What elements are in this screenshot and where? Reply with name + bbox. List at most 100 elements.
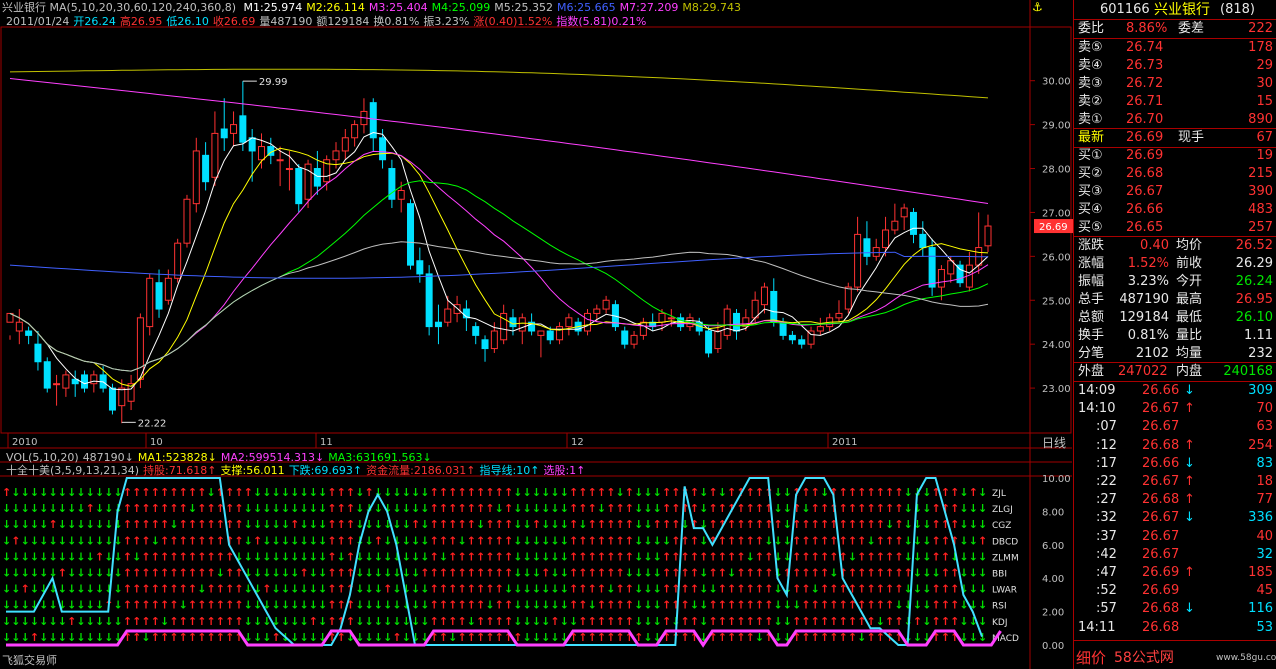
up-arrow-icon: ↑ xyxy=(457,583,466,596)
up-arrow-icon: ↑ xyxy=(448,550,457,563)
up-arrow-icon: ↑ xyxy=(132,567,141,580)
tick-price: 26.67 xyxy=(1142,528,1180,544)
up-arrow-icon: ↑ xyxy=(485,615,494,628)
down-arrow-icon: ↓ xyxy=(523,534,532,547)
down-arrow-icon: ↓ xyxy=(30,567,39,580)
up-arrow-icon: ↑ xyxy=(736,615,745,628)
up-arrow-icon: ↑ xyxy=(811,518,820,531)
up-arrow-icon: ↑ xyxy=(141,599,150,612)
up-arrow-icon: ↑ xyxy=(151,631,160,644)
down-arrow-icon: ↓ xyxy=(299,583,308,596)
tick-direction-icon: ↑ xyxy=(1184,492,1195,508)
down-arrow-icon: ↓ xyxy=(95,502,104,515)
up-arrow-icon: ↑ xyxy=(179,615,188,628)
down-arrow-icon: ↓ xyxy=(365,615,374,628)
up-arrow-icon: ↑ xyxy=(290,518,299,531)
down-arrow-icon: ↓ xyxy=(86,550,95,563)
x-tick-label: 2010 xyxy=(12,437,37,448)
up-arrow-icon: ↑ xyxy=(160,486,169,499)
down-arrow-icon: ↓ xyxy=(550,583,559,596)
down-arrow-icon: ↓ xyxy=(11,567,20,580)
tick-row[interactable]: :17 26.66 ↓ 83 xyxy=(1074,455,1276,473)
down-arrow-icon: ↓ xyxy=(244,502,253,515)
ma-value-4: M5:25.352 xyxy=(494,1,553,14)
candle xyxy=(313,168,321,187)
down-arrow-icon: ↓ xyxy=(253,486,262,499)
y-tick-label: 24.00 xyxy=(1042,340,1071,351)
down-arrow-icon: ↓ xyxy=(653,599,662,612)
up-arrow-icon: ↑ xyxy=(848,631,857,644)
down-arrow-icon: ↓ xyxy=(783,615,792,628)
up-arrow-icon: ↑ xyxy=(681,567,690,580)
down-arrow-icon: ↓ xyxy=(969,550,978,563)
down-arrow-icon: ↓ xyxy=(21,599,30,612)
candle xyxy=(416,260,424,275)
down-arrow-icon: ↓ xyxy=(299,486,308,499)
down-arrow-icon: ↓ xyxy=(272,534,281,547)
up-arrow-icon: ↑ xyxy=(941,583,950,596)
tick-row[interactable]: :32 26.67 ↓ 336 xyxy=(1074,509,1276,527)
candle xyxy=(25,330,33,336)
down-arrow-icon: ↓ xyxy=(104,631,113,644)
bid-price: 26.69 xyxy=(1126,148,1164,163)
candle xyxy=(351,124,359,139)
tick-row[interactable]: 14:11 26.68 53 xyxy=(1074,619,1276,637)
detail-price-tab[interactable]: 细价 xyxy=(1076,649,1106,667)
stock-code-suffix: (818) xyxy=(1220,2,1255,17)
down-arrow-icon: ↓ xyxy=(67,567,76,580)
down-arrow-icon: ↓ xyxy=(48,486,57,499)
up-arrow-icon: ↑ xyxy=(690,486,699,499)
tick-row[interactable]: 14:10 26.67 ↑ 70 xyxy=(1074,400,1276,418)
down-arrow-icon: ↓ xyxy=(978,567,987,580)
price-chart[interactable]: 30.00 29.00 28.00 27.00 26.00 25.00 24.00 23.00… xyxy=(0,0,1073,669)
candle xyxy=(332,150,340,161)
candle xyxy=(257,146,265,161)
tick-row[interactable]: :42 26.67 32 xyxy=(1074,546,1276,564)
up-arrow-icon: ↑ xyxy=(485,583,494,596)
up-arrow-icon: ↑ xyxy=(476,583,485,596)
up-arrow-icon: ↑ xyxy=(430,486,439,499)
tick-row[interactable]: :07 26.67 63 xyxy=(1074,418,1276,436)
tick-row[interactable]: :57 26.68 ↓ 116 xyxy=(1074,600,1276,618)
up-arrow-icon: ↑ xyxy=(179,567,188,580)
up-arrow-icon: ↑ xyxy=(615,631,624,644)
tick-row[interactable]: :47 26.69 ↑ 185 xyxy=(1074,564,1276,582)
tick-row[interactable]: :37 26.67 40 xyxy=(1074,528,1276,546)
up-arrow-icon: ↑ xyxy=(430,599,439,612)
down-arrow-icon: ↓ xyxy=(281,599,290,612)
down-arrow-icon: ↓ xyxy=(643,502,652,515)
up-arrow-icon: ↑ xyxy=(504,567,513,580)
down-arrow-icon: ↓ xyxy=(281,502,290,515)
candle xyxy=(211,132,219,178)
up-arrow-icon: ↑ xyxy=(346,550,355,563)
ind-row-label: ZLMM xyxy=(992,553,1019,563)
anchor-icon[interactable]: ⚓ xyxy=(1032,1,1043,14)
up-arrow-icon: ↑ xyxy=(141,583,150,596)
up-arrow-icon: ↑ xyxy=(829,550,838,563)
down-arrow-icon: ↓ xyxy=(272,502,281,515)
down-arrow-icon: ↓ xyxy=(104,486,113,499)
up-arrow-icon: ↑ xyxy=(179,518,188,531)
up-arrow-icon: ↑ xyxy=(392,631,401,644)
ind-item-5: 指导线:10↑ xyxy=(479,464,540,477)
up-arrow-icon: ↑ xyxy=(597,486,606,499)
down-arrow-icon: ↓ xyxy=(560,599,569,612)
ma-value-7: M8:29.743 xyxy=(682,1,742,14)
down-arrow-icon: ↓ xyxy=(355,615,364,628)
tick-row[interactable]: :52 26.69 45 xyxy=(1074,582,1276,600)
tick-row[interactable]: :12 26.68 ↑ 254 xyxy=(1074,437,1276,455)
up-arrow-icon: ↑ xyxy=(662,599,671,612)
up-arrow-icon: ↑ xyxy=(606,486,615,499)
up-arrow-icon: ↑ xyxy=(206,615,215,628)
down-arrow-icon: ↓ xyxy=(290,615,299,628)
up-arrow-icon: ↑ xyxy=(671,518,680,531)
tick-row[interactable]: :22 26.67 ↑ 18 xyxy=(1074,473,1276,491)
down-arrow-icon: ↓ xyxy=(11,599,20,612)
down-arrow-icon: ↓ xyxy=(86,583,95,596)
up-arrow-icon: ↑ xyxy=(457,518,466,531)
tick-row[interactable]: :27 26.68 ↑ 77 xyxy=(1074,491,1276,509)
down-arrow-icon: ↓ xyxy=(922,534,931,547)
tick-row[interactable]: 14:09 26.66 ↓ 309 xyxy=(1074,382,1276,400)
up-arrow-icon: ↑ xyxy=(132,534,141,547)
down-arrow-icon: ↓ xyxy=(290,583,299,596)
